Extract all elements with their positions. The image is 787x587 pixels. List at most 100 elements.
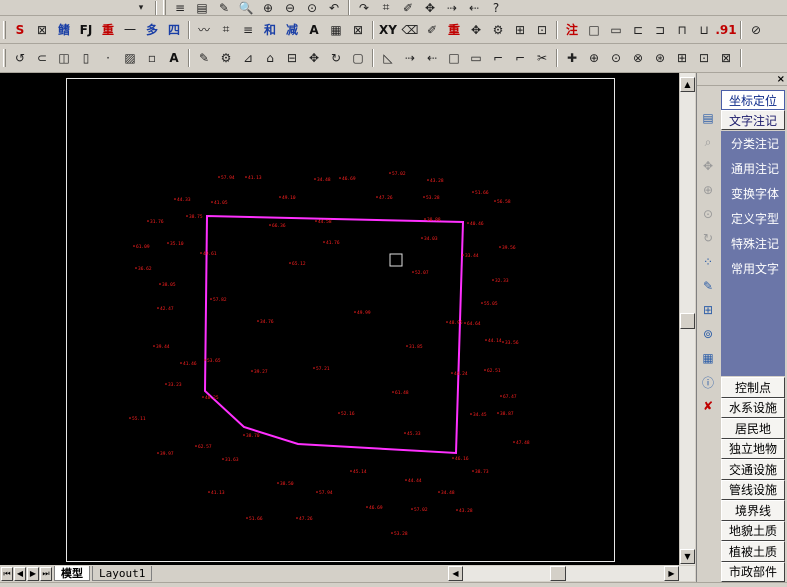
menu-item-general-annotation[interactable]: 通用注记 (721, 156, 785, 181)
tool-button-icon[interactable]: ⊖ (280, 0, 300, 15)
tool-button-icon[interactable]: ▯ (76, 48, 96, 68)
survey-point[interactable] (484, 369, 486, 371)
survey-point[interactable] (497, 412, 499, 414)
survey-point[interactable] (500, 395, 502, 397)
tool-button-icon[interactable]: ⚙ (488, 20, 508, 40)
survey-point[interactable] (492, 279, 494, 281)
menu-item-special-annotation[interactable]: 特殊注记 (721, 231, 785, 256)
survey-point[interactable] (485, 339, 487, 341)
tool-button-icon[interactable]: ✐ (422, 20, 442, 40)
last-tab-icon[interactable]: ⏭ (40, 566, 52, 581)
tool-button-icon[interactable]: ▭ (606, 20, 626, 40)
tool-button-icon[interactable]: ✎ (194, 48, 214, 68)
tool-button-icon[interactable]: 和 (260, 20, 280, 40)
survey-point[interactable] (392, 391, 394, 393)
tool-button-icon[interactable]: XY (378, 20, 398, 40)
survey-point[interactable] (313, 367, 315, 369)
survey-point[interactable] (218, 176, 220, 178)
survey-point[interactable] (499, 246, 501, 248)
tool-button-icon[interactable]: ✚ (562, 48, 582, 68)
tool-button-icon[interactable]: ⊔ (694, 20, 714, 40)
tool-button-icon[interactable]: ? (486, 0, 506, 15)
edit-icon[interactable]: ✎ (699, 277, 717, 295)
survey-point[interactable] (376, 196, 378, 198)
survey-point[interactable] (222, 458, 224, 460)
survey-point[interactable] (456, 509, 458, 511)
survey-point[interactable] (129, 417, 131, 419)
menu-item-change-font[interactable]: 变换字体 (721, 181, 785, 206)
layers-icon[interactable]: ▤ (699, 109, 717, 127)
scroll-left-icon[interactable]: ◀ (448, 566, 463, 581)
survey-point[interactable] (210, 298, 212, 300)
survey-point[interactable] (411, 508, 413, 510)
scroll-up-icon[interactable]: ▲ (680, 77, 695, 92)
tool-button-icon[interactable]: ↷ (354, 0, 374, 15)
next-tab-icon[interactable]: ▶ (27, 566, 39, 581)
scroll-down-icon[interactable]: ▼ (680, 549, 695, 564)
survey-point[interactable] (257, 320, 259, 322)
tool-button-icon[interactable]: ↺ (10, 48, 30, 68)
tool-button-icon[interactable]: ◺ (378, 48, 398, 68)
coordinate-locate-button[interactable]: 坐标定位 (721, 90, 785, 110)
survey-point[interactable] (412, 271, 414, 273)
survey-point[interactable] (391, 532, 393, 534)
parcel-boundary[interactable] (203, 214, 465, 455)
tool-button-icon[interactable]: ⊙ (302, 0, 322, 15)
tool-button-icon[interactable]: ▤ (192, 0, 212, 15)
survey-point[interactable] (323, 241, 325, 243)
tool-button-icon[interactable]: ⌐ (510, 48, 530, 68)
survey-point[interactable] (204, 359, 206, 361)
tool-button-icon[interactable]: S (10, 20, 30, 40)
menu-item-define-font[interactable]: 定义字型 (721, 206, 785, 231)
survey-point[interactable] (243, 434, 245, 436)
survey-point[interactable] (314, 178, 316, 180)
survey-point[interactable] (195, 445, 197, 447)
tool-button-icon[interactable]: A (304, 20, 324, 40)
category-button[interactable]: 控制点 (721, 377, 785, 398)
survey-point[interactable] (277, 482, 279, 484)
survey-point[interactable] (180, 362, 182, 364)
tool-button-icon[interactable]: ⇢ (400, 48, 420, 68)
tool-button-icon[interactable]: ✥ (466, 20, 486, 40)
survey-point[interactable] (251, 370, 253, 372)
tool-button-icon[interactable]: ✥ (420, 0, 440, 15)
survey-point[interactable] (472, 470, 474, 472)
tool-button-icon[interactable]: ✐ (398, 0, 418, 15)
tool-button-icon[interactable]: ⊞ (510, 20, 530, 40)
text-annotation-button[interactable]: 文字注记 (721, 110, 785, 130)
survey-point[interactable] (467, 222, 469, 224)
tool-button-icon[interactable]: ⌂ (260, 48, 280, 68)
tool-button-icon[interactable]: ⊠ (32, 20, 52, 40)
tool-button-icon[interactable]: ⊟ (282, 48, 302, 68)
vertical-scrollbar[interactable]: ▲ ▼ (679, 73, 695, 565)
layer-manage-icon[interactable]: ⊞ (699, 301, 717, 319)
category-button[interactable]: 水系设施 (721, 397, 785, 418)
tool-button-icon[interactable]: ⇠ (464, 0, 484, 15)
survey-point[interactable] (354, 311, 356, 313)
tool-button-icon[interactable]: ⊠ (348, 20, 368, 40)
survey-point[interactable] (165, 383, 167, 385)
nodes-icon[interactable]: ⁘ (699, 253, 717, 271)
survey-point[interactable] (462, 254, 464, 256)
horizontal-scrollbar[interactable]: ◀ ▶ (448, 566, 695, 581)
survey-point[interactable] (404, 432, 406, 434)
survey-point[interactable] (339, 177, 341, 179)
info-icon[interactable]: ⓘ (699, 373, 717, 391)
survey-point[interactable] (174, 198, 176, 200)
survey-point[interactable] (438, 491, 440, 493)
panel-close-icon[interactable]: × (777, 74, 785, 85)
survey-point[interactable] (350, 470, 352, 472)
survey-point[interactable] (208, 491, 210, 493)
survey-point[interactable] (452, 457, 454, 459)
survey-point[interactable] (427, 179, 429, 181)
survey-point[interactable] (421, 237, 423, 239)
category-button[interactable]: 市政部件 (721, 561, 785, 582)
tool-button-icon[interactable]: ⊏ (628, 20, 648, 40)
survey-point[interactable] (167, 242, 169, 244)
category-button[interactable]: 境界线 (721, 500, 785, 521)
tool-button-icon[interactable]: ✥ (304, 48, 324, 68)
tool-button-icon[interactable]: · (98, 48, 118, 68)
tool-button-icon[interactable]: 鳍 (54, 20, 74, 40)
survey-point[interactable] (315, 220, 317, 222)
tool-button-icon[interactable]: ✎ (214, 0, 234, 15)
